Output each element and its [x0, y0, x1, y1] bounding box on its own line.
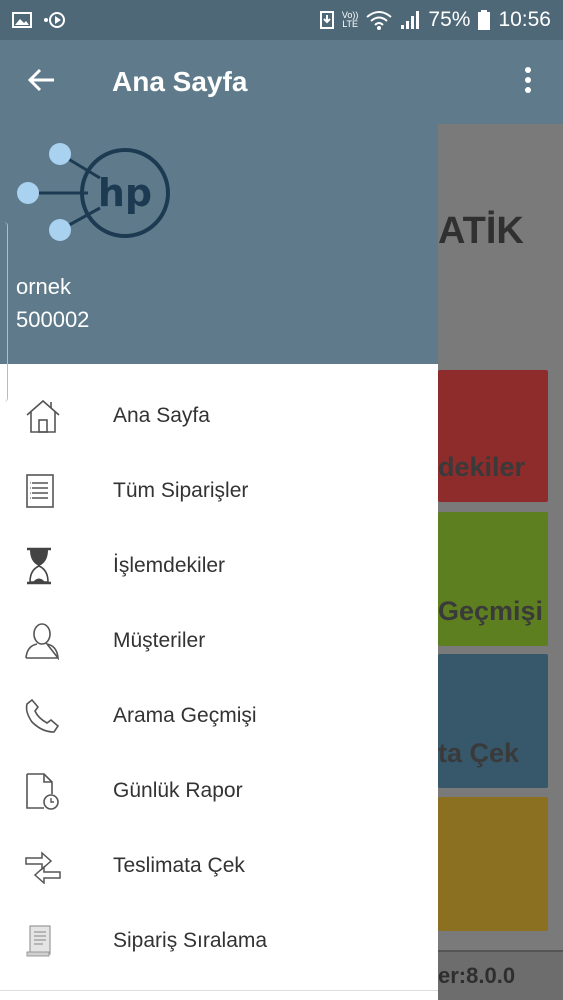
- background-tile-label: Geçmişi: [438, 596, 544, 626]
- version-text: er:8.0.0: [438, 963, 516, 988]
- menu-item-label: Ana Sayfa: [113, 403, 210, 427]
- menu-item-label: Sipariş Sıralama: [113, 928, 268, 952]
- back-button[interactable]: [0, 40, 84, 124]
- background-title: ATİK: [438, 210, 524, 252]
- drawer-menu: Ana Sayfa Tüm Siparişler İşlemdekiler Mü…: [0, 364, 438, 978]
- menu-item-arama-gecmisi[interactable]: Arama Geçmişi: [0, 678, 438, 753]
- user-icon: [0, 603, 113, 678]
- background-tile-label: ta Çek: [438, 738, 520, 768]
- menu-item-label: Tüm Siparişler: [113, 478, 249, 502]
- signal-icon: [400, 10, 420, 30]
- report-clock-icon: [0, 753, 113, 828]
- menu-item-label: Müşteriler: [113, 628, 206, 652]
- menu-item-label: Teslimata Çek: [113, 853, 245, 877]
- background-tile: [438, 797, 548, 931]
- logo-text: hp: [98, 171, 152, 215]
- clock: 10:56: [498, 8, 551, 31]
- download-icon: [319, 10, 334, 30]
- menu-item-gunluk-rapor[interactable]: Günlük Rapor: [0, 753, 438, 828]
- menu-item-label: Arama Geçmişi: [113, 703, 257, 727]
- status-bar: Vo)) LTE 75% 10:56: [0, 0, 563, 40]
- battery-percent: 75%: [428, 8, 471, 31]
- menu-item-label: Günlük Rapor: [113, 778, 243, 802]
- menu-item-label: İşlemdekiler: [113, 553, 226, 577]
- drawer-edge-handle: [0, 222, 8, 402]
- menu-item-musteriler[interactable]: Müşteriler: [0, 603, 438, 678]
- background-tile: ta Çek: [438, 654, 548, 788]
- menu-item-teslimata-cek[interactable]: Teslimata Çek: [0, 828, 438, 903]
- user-id: 500002: [16, 307, 90, 332]
- media-notification-icon: [42, 11, 66, 29]
- menu-item-siparis-siralama[interactable]: Sipariş Sıralama: [0, 903, 438, 978]
- image-notification-icon: [12, 12, 32, 28]
- arrow-left-icon: [27, 68, 56, 97]
- version-label: er:8.0.0: [438, 950, 563, 1000]
- overflow-menu-button[interactable]: [493, 40, 563, 124]
- receipt-icon: [0, 903, 113, 978]
- background-tile: dekiler: [438, 370, 548, 502]
- home-icon: [0, 378, 113, 453]
- background-tile: Geçmişi: [438, 512, 548, 646]
- transfer-arrows-icon: [0, 828, 113, 903]
- menu-item-islemdekiler[interactable]: İşlemdekiler: [0, 528, 438, 603]
- divider: [0, 990, 438, 991]
- app-toolbar: Ana Sayfa: [0, 40, 563, 124]
- app-logo: hp: [12, 138, 177, 255]
- menu-item-ana-sayfa[interactable]: Ana Sayfa: [0, 378, 438, 453]
- user-name: ornek: [16, 274, 72, 299]
- battery-icon: [478, 10, 491, 30]
- wifi-icon: [366, 10, 393, 30]
- page-title: Ana Sayfa: [112, 66, 248, 97]
- volte-icon: Vo)) LTE: [341, 10, 359, 29]
- phone-icon: [0, 678, 113, 753]
- navigation-drawer: hp ornek 500002 Ana Sayfa Tüm Siparişler…: [0, 124, 438, 1000]
- menu-item-tum-siparisler[interactable]: Tüm Siparişler: [0, 453, 438, 528]
- list-document-icon: [0, 453, 113, 528]
- drawer-header: hp ornek 500002: [0, 124, 438, 364]
- more-vertical-icon: [525, 66, 531, 98]
- hourglass-icon: [0, 528, 113, 603]
- background-tile-label: dekiler: [438, 452, 526, 482]
